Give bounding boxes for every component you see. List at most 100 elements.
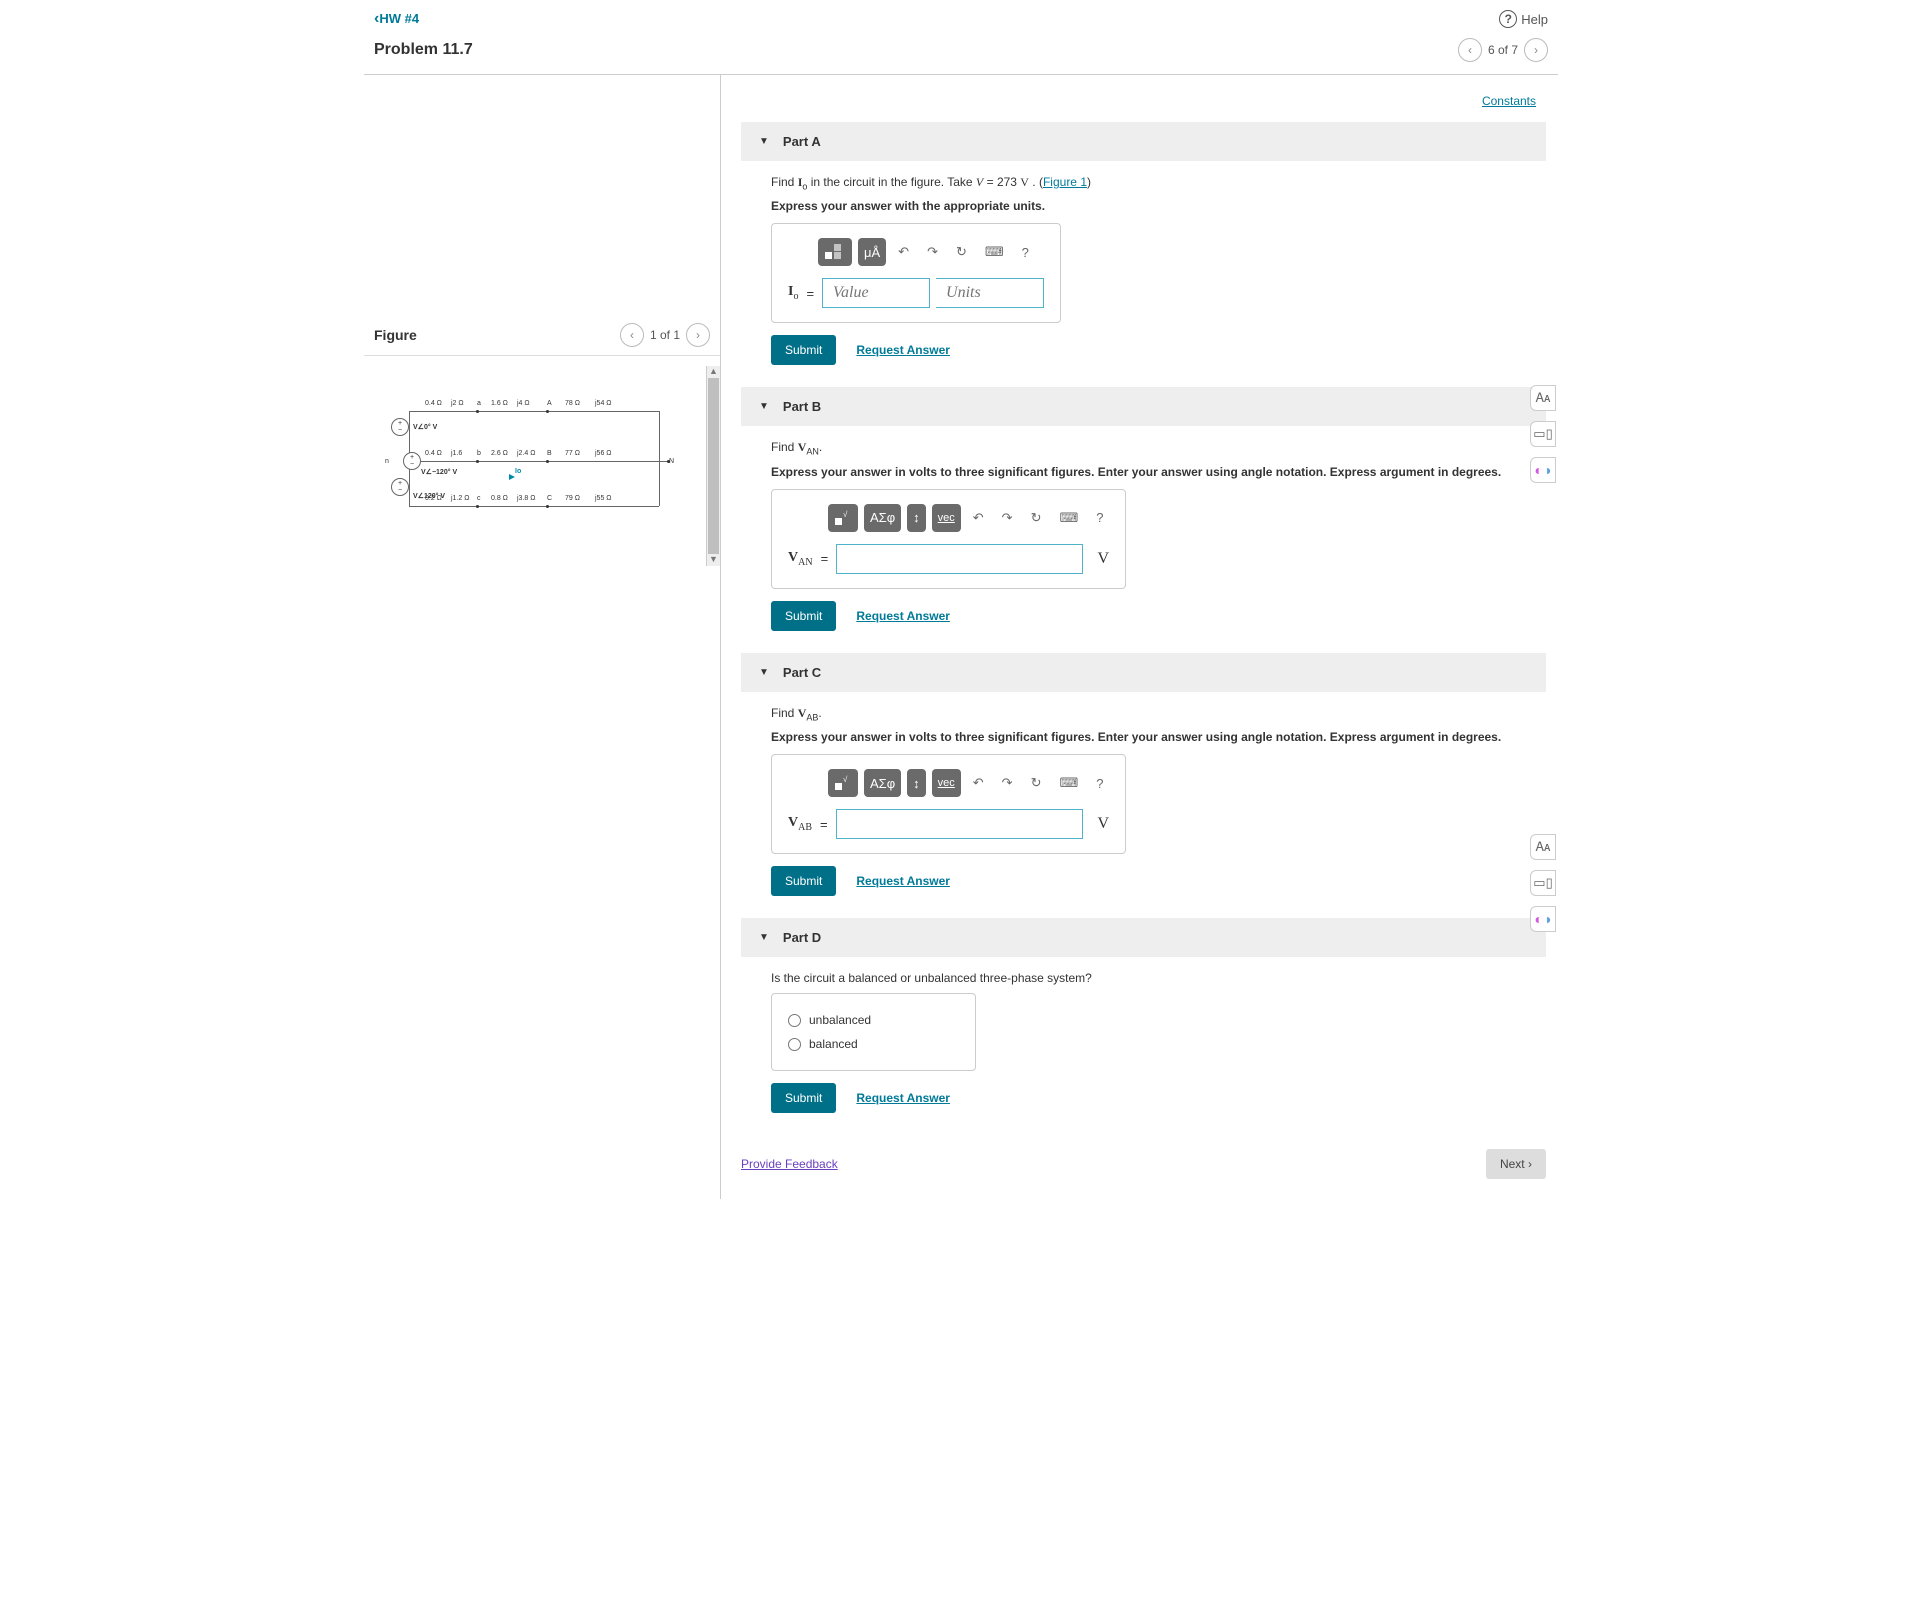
problem-title: Problem 11.7 [374,41,473,59]
figure-next-button[interactable]: › [686,323,710,347]
part-a-title: Part A [783,134,821,149]
figure-image: +− +− +− n N V∠0° V V∠−120° V V∠120° V I… [374,366,706,566]
undo-icon[interactable]: ↶ [967,769,990,797]
undo-icon[interactable]: ↶ [892,238,915,266]
lb7: j56 Ω [595,450,612,457]
la2: a [477,400,481,407]
templates-icon[interactable]: √ [828,504,858,532]
translate-icon[interactable]: 🗛 [1530,385,1556,411]
figure-1-link[interactable]: Figure 1 [1043,175,1087,189]
part-b-question: Find VAN. [771,440,1516,456]
part-a-header[interactable]: ▼ Part A [741,122,1546,161]
part-b-header[interactable]: ▼ Part B [741,387,1546,426]
part-c-header[interactable]: ▼ Part C [741,653,1546,692]
la0: 0.4 Ω [425,400,442,407]
figure-page-indicator: 1 of 1 [650,328,680,342]
help-link[interactable]: ? Help [1499,10,1548,28]
brain-icon[interactable]: ◐◑ [1530,906,1556,932]
part-a-submit-button[interactable]: Submit [771,335,836,365]
reset-icon[interactable]: ↻ [950,238,973,266]
arrows-icon[interactable]: ↕ [907,769,926,797]
part-d-option2-label[interactable]: balanced [809,1037,858,1051]
arrows-icon[interactable]: ↕ [907,504,926,532]
vec-icon[interactable]: vec [932,769,961,797]
brain-icon[interactable]: ◐◑ [1530,457,1556,483]
help-entry-icon[interactable]: ? [1090,769,1109,797]
part-b-value-input[interactable] [836,544,1083,574]
lc6: 79 Ω [565,495,580,502]
part-d-submit-button[interactable]: Submit [771,1083,836,1113]
help-entry-icon[interactable]: ? [1016,238,1035,266]
lc2: c [477,495,481,502]
redo-icon[interactable]: ↷ [996,769,1019,797]
next-button[interactable]: Next › [1486,1149,1546,1179]
la6: 78 Ω [565,400,580,407]
la3: 1.6 Ω [491,400,508,407]
part-d-option-unbalanced[interactable] [788,1014,801,1027]
lb4: j2.4 Ω [517,450,535,457]
lc5: C [547,495,552,502]
figure-title: Figure [374,327,417,343]
vec-icon[interactable]: vec [932,504,961,532]
part-a-var-label: Io [788,284,798,302]
equals: = [821,551,829,566]
help-icon: ? [1499,10,1517,28]
units-icon[interactable]: μÅ [858,238,886,266]
templates-icon[interactable]: √ [828,769,858,797]
lc0: 0.2 Ω [425,495,442,502]
symbols-icon[interactable]: ΑΣφ [864,769,901,797]
part-c-submit-button[interactable]: Submit [771,866,836,896]
svg-text:√: √ [843,775,848,784]
lb5: B [547,450,552,457]
figure-prev-button[interactable]: ‹ [620,323,644,347]
templates-icon[interactable] [818,238,852,266]
la1: j2 Ω [451,400,464,407]
collapse-icon: ▼ [759,136,769,147]
node-n-label: n [385,458,389,465]
back-link[interactable]: ‹HW #4 [374,10,419,28]
keyboard-icon[interactable]: ⌨ [979,238,1010,266]
part-b-var-label: VAN [788,550,813,568]
part-d-request-link[interactable]: Request Answer [856,1091,950,1105]
figure-scrollbar[interactable]: ▲ ▼ [706,366,720,566]
reset-icon[interactable]: ↻ [1025,769,1048,797]
symbols-icon[interactable]: ΑΣφ [864,504,901,532]
part-a-value-input[interactable] [822,278,930,308]
la5: A [547,400,552,407]
reset-icon[interactable]: ↻ [1025,504,1048,532]
part-d-option-balanced[interactable] [788,1038,801,1051]
part-b-unit: V [1097,550,1109,568]
lb0: 0.4 Ω [425,450,442,457]
part-c-request-link[interactable]: Request Answer [856,874,950,888]
equals: = [806,286,814,301]
lc3: 0.8 Ω [491,495,508,502]
part-a-units-input[interactable] [936,278,1044,308]
figure-paging: ‹ 1 of 1 › [620,323,710,347]
translate-icon[interactable]: 🗛 [1530,834,1556,860]
prev-problem-button[interactable]: ‹ [1458,38,1482,62]
feedback-link[interactable]: Provide Feedback [741,1157,838,1171]
part-b-instruction: Express your answer in volts to three si… [771,465,1516,479]
page-indicator: 6 of 7 [1488,43,1518,57]
part-b-submit-button[interactable]: Submit [771,601,836,631]
part-c-unit: V [1097,815,1109,833]
constants-link[interactable]: Constants [1482,94,1536,108]
next-problem-button[interactable]: › [1524,38,1548,62]
redo-icon[interactable]: ↷ [996,504,1019,532]
book-icon[interactable]: ▭▯ [1530,421,1556,447]
part-d-option1-label[interactable]: unbalanced [809,1013,871,1027]
keyboard-icon[interactable]: ⌨ [1053,769,1084,797]
part-a-request-link[interactable]: Request Answer [856,343,950,357]
part-d-header[interactable]: ▼ Part D [741,918,1546,957]
back-label: HW #4 [379,11,419,26]
keyboard-icon[interactable]: ⌨ [1053,504,1084,532]
help-entry-icon[interactable]: ? [1090,504,1109,532]
part-b-request-link[interactable]: Request Answer [856,609,950,623]
redo-icon[interactable]: ↷ [921,238,944,266]
undo-icon[interactable]: ↶ [967,504,990,532]
part-c-value-input[interactable] [836,809,1084,839]
book-icon[interactable]: ▭▯ [1530,870,1556,896]
collapse-icon: ▼ [759,932,769,943]
part-c-question: Find VAB. [771,706,1516,722]
part-d-title: Part D [783,930,821,945]
